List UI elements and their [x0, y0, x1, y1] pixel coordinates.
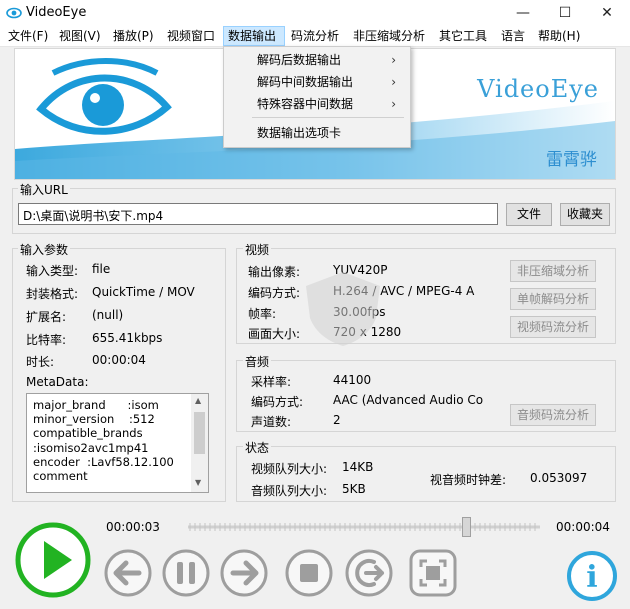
- submenu-arrow-icon: ›: [391, 53, 396, 67]
- format-label: 封装格式:: [26, 287, 79, 301]
- bitrate-label: 比特率:: [26, 333, 67, 347]
- close-button[interactable]: ✕: [584, 0, 630, 26]
- url-input[interactable]: D:\桌面\说明书\安下.mp4: [18, 203, 498, 225]
- app-eye-icon: [6, 7, 22, 19]
- video-queue-value: 14KB: [342, 460, 374, 474]
- av-clock-diff-value: 0.053097: [530, 471, 588, 485]
- menu-help[interactable]: 帮助(H): [534, 26, 584, 46]
- dropdown-item-output-options[interactable]: 数据输出选项卡: [224, 122, 410, 144]
- total-time: 00:00:04: [556, 520, 610, 534]
- favorites-button[interactable]: 收藏夹: [560, 203, 610, 226]
- video-codec-label: 编码方式:: [248, 286, 301, 300]
- menu-view[interactable]: 视图(V): [55, 26, 105, 46]
- dropdown-item-intermediate-output[interactable]: 解码中间数据输出 ›: [224, 71, 410, 93]
- submenu-arrow-icon: ›: [391, 75, 396, 89]
- duration-value: 00:00:04: [92, 353, 146, 367]
- sample-rate-value: 44100: [333, 373, 372, 387]
- menu-other-tools[interactable]: 其它工具: [435, 26, 491, 46]
- extension-label: 扩展名:: [26, 310, 67, 324]
- format-value: QuickTime / MOV: [92, 285, 195, 299]
- video-stream-analysis-button[interactable]: 视频码流分析: [510, 316, 596, 338]
- audio-codec-label: 编码方式:: [251, 395, 304, 409]
- scroll-up-icon[interactable]: ▲: [195, 396, 201, 405]
- seek-bar[interactable]: [188, 517, 540, 537]
- title-bar: VideoEye — ☐ ✕: [0, 0, 630, 26]
- menu-play[interactable]: 播放(P): [109, 26, 158, 46]
- status-group-title: 状态: [243, 439, 272, 456]
- input-type-label: 输入类型:: [26, 264, 79, 278]
- menu-uncompressed-analysis[interactable]: 非压缩域分析: [349, 26, 429, 46]
- play-button[interactable]: [14, 521, 92, 599]
- metadata-textbox[interactable]: major_brand :isom minor_version :512 com…: [26, 393, 209, 493]
- info-icon: i: [586, 560, 597, 595]
- sample-rate-label: 采样率:: [251, 375, 292, 389]
- menu-video-window[interactable]: 视频窗口: [163, 26, 219, 46]
- audio-queue-value: 5KB: [342, 482, 366, 496]
- stop-button[interactable]: [284, 548, 334, 598]
- extension-value: (null): [92, 308, 124, 322]
- banner-author: 雷霄骅: [546, 150, 597, 170]
- dropdown-item-special-container[interactable]: 特殊容器中间数据 ›: [224, 93, 410, 115]
- file-button[interactable]: 文件: [506, 203, 552, 226]
- data-output-dropdown: 解码后数据输出 › 解码中间数据输出 › 特殊容器中间数据 › 数据输出选项卡: [223, 46, 411, 148]
- menu-bar: 文件(F) 视图(V) 播放(P) 视频窗口 数据输出 码流分析 非压缩域分析 …: [0, 26, 630, 47]
- seek-thumb[interactable]: [462, 517, 471, 537]
- metadata-label: MetaData:: [26, 375, 89, 389]
- audio-codec-value: AAC (Advanced Audio Co: [333, 393, 484, 407]
- uncompressed-analysis-button[interactable]: 非压缩域分析: [510, 260, 596, 282]
- menu-stream-analysis[interactable]: 码流分析: [287, 26, 343, 46]
- current-time: 00:00:03: [106, 520, 160, 534]
- audio-group-title: 音频: [243, 353, 272, 370]
- maximize-button[interactable]: ☐: [542, 0, 588, 26]
- menu-language[interactable]: 语言: [497, 26, 529, 46]
- video-group-title: 视频: [243, 241, 272, 258]
- menu-file[interactable]: 文件(F): [4, 26, 52, 46]
- window-title: VideoEye: [26, 5, 87, 20]
- dropdown-item-decoded-output[interactable]: 解码后数据输出 ›: [224, 49, 410, 71]
- duration-label: 时长:: [26, 355, 55, 369]
- stop-icon: [300, 564, 318, 582]
- pause-button[interactable]: [161, 548, 211, 598]
- input-type-value: file: [92, 262, 111, 276]
- video-queue-label: 视频队列大小:: [251, 462, 328, 476]
- metadata-text: major_brand :isom minor_version :512 com…: [33, 398, 174, 484]
- menu-data-output[interactable]: 数据输出: [223, 26, 285, 46]
- audio-queue-label: 音频队列大小:: [251, 484, 328, 498]
- info-button[interactable]: i: [566, 550, 618, 602]
- previous-button[interactable]: [103, 548, 153, 598]
- channels-label: 声道数:: [251, 415, 292, 429]
- url-group-title: 输入URL: [18, 181, 70, 198]
- minimize-button[interactable]: —: [500, 0, 546, 26]
- resolution-label: 画面大小:: [248, 327, 301, 341]
- single-frame-decode-button[interactable]: 单帧解码分析: [510, 288, 596, 310]
- input-params-title: 输入参数: [18, 241, 71, 258]
- seek-bar-ticks: [188, 523, 540, 531]
- watermark-shield-icon: [306, 272, 380, 346]
- dropdown-separator: [252, 117, 404, 118]
- metadata-scrollbar[interactable]: ▲ ▼: [191, 394, 208, 492]
- banner-brand: VideoEye: [477, 75, 599, 103]
- bitrate-value: 655.41kbps: [92, 331, 163, 345]
- channels-value: 2: [333, 413, 341, 427]
- step-button[interactable]: [344, 548, 394, 598]
- next-button[interactable]: [219, 548, 269, 598]
- audio-stream-analysis-button[interactable]: 音频码流分析: [510, 404, 596, 426]
- scroll-thumb[interactable]: [194, 412, 205, 454]
- fullscreen-button[interactable]: [408, 548, 458, 598]
- submenu-arrow-icon: ›: [391, 97, 396, 111]
- av-clock-diff-label: 视音频时钟差:: [430, 473, 507, 487]
- scroll-down-icon[interactable]: ▼: [195, 478, 201, 487]
- pixel-format-label: 输出像素:: [248, 265, 301, 279]
- frame-rate-label: 帧率:: [248, 307, 277, 321]
